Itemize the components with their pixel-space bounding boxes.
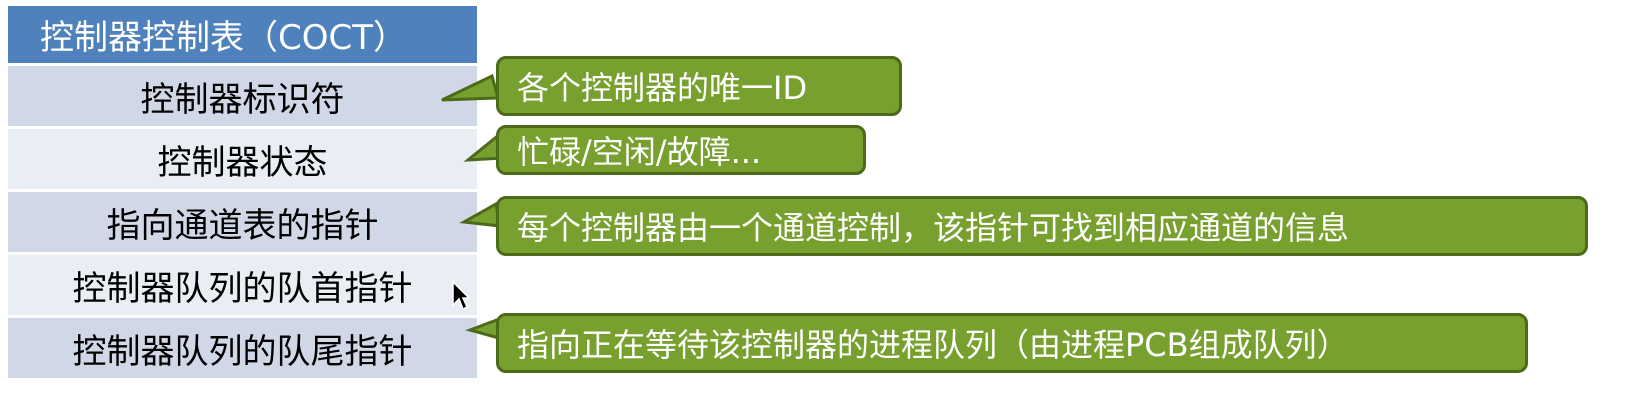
table-row-queue-head-pointer: 控制器队列的队首指针 [8,255,477,318]
callout-pointer [441,73,500,102]
table-row-queue-tail-pointer: 控制器队列的队尾指针 [8,318,477,381]
table-row-controller-status: 控制器状态 [8,129,477,192]
callout-controller-id: 各个控制器的唯一ID [496,56,902,116]
callout-channel-pointer: 每个控制器由一个通道控制，该指针可找到相应通道的信息 [496,196,1588,256]
table-row-controller-id: 控制器标识符 [8,66,477,129]
table-header: 控制器控制表（COCT） [8,6,477,66]
mouse-pointer-icon [452,281,470,311]
callout-queue-pointers: 指向正在等待该控制器的进程队列（由进程PCB组成队列） [496,313,1528,373]
table-row-channel-pointer: 指向通道表的指针 [8,192,477,255]
callout-controller-status: 忙碌/空闲/故障... [496,125,866,175]
coct-table: 控制器控制表（COCT） 控制器标识符 控制器状态 指向通道表的指针 控制器队列… [8,6,477,381]
